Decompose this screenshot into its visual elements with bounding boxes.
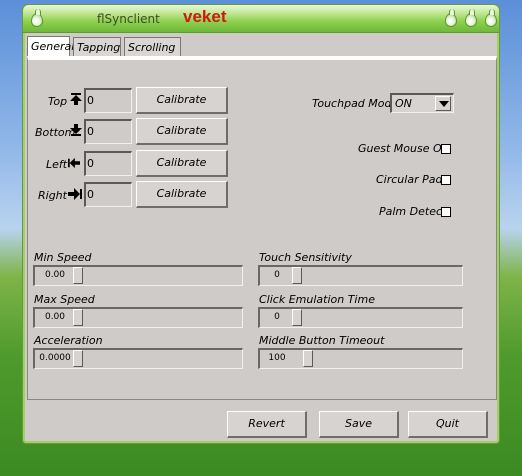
click-emulation-time-slider[interactable]: 0: [258, 307, 463, 328]
arrow-right-to-line-icon: [68, 188, 82, 200]
minimize-icon[interactable]: [445, 13, 457, 27]
touch-sensitivity-slider[interactable]: 0: [258, 265, 463, 286]
max-speed-label: Max Speed: [34, 293, 95, 306]
arrow-left-to-line-icon: [68, 157, 80, 169]
min-speed-thumb[interactable]: [73, 267, 83, 284]
touch-sensitivity-thumb[interactable]: [292, 267, 302, 284]
click-emulation-time-thumb[interactable]: [292, 309, 302, 326]
max-speed-value: 0.00: [44, 312, 66, 322]
acceleration-label: Acceleration: [34, 334, 103, 347]
calibrate-right-button[interactable]: Calibrate: [136, 181, 228, 208]
edge-input-top[interactable]: 0: [84, 88, 132, 113]
calibrate-bottom-button[interactable]: Calibrate: [136, 118, 228, 145]
middle-button-timeout-label: Middle Button Timeout: [259, 334, 385, 347]
guest-mouse-off-label: Guest Mouse Off: [358, 142, 450, 155]
acceleration-thumb[interactable]: [73, 350, 83, 367]
palm-detect-checkbox[interactable]: [441, 207, 451, 217]
touch-sensitivity-label: Touch Sensitivity: [259, 251, 352, 264]
edge-label-top: Top: [48, 95, 68, 108]
maximize-icon[interactable]: [465, 13, 477, 27]
tab-general[interactable]: General: [27, 36, 74, 57]
arrow-up-to-line-icon: [70, 93, 82, 105]
max-speed-slider[interactable]: 0.00: [33, 307, 243, 328]
calibrate-top-button[interactable]: Calibrate: [136, 87, 228, 114]
touchpad-mode-select[interactable]: ON: [390, 93, 454, 113]
calibrate-left-button[interactable]: Calibrate: [136, 150, 228, 177]
circular-pad-checkbox[interactable]: [441, 175, 451, 185]
window-menu-icon[interactable]: [31, 13, 43, 27]
middle-button-timeout-slider[interactable]: 100: [258, 348, 463, 369]
brand-title: veket: [183, 7, 227, 26]
click-emulation-time-value: 0: [274, 312, 280, 322]
quit-button[interactable]: Quit: [408, 411, 488, 438]
palm-detect-label: Palm Detect: [379, 205, 447, 218]
max-speed-thumb[interactable]: [73, 309, 83, 326]
chevron-down-icon[interactable]: [435, 96, 451, 111]
touchpad-mode-label: Touchpad Mode: [312, 97, 399, 110]
arrow-down-to-line-icon: [70, 124, 82, 136]
app-title: flSynclient: [97, 12, 160, 26]
tab-scrolling[interactable]: Scrolling: [124, 37, 181, 56]
touch-sensitivity-value: 0: [274, 270, 280, 280]
edge-label-right: Right: [38, 189, 67, 202]
guest-mouse-off-checkbox[interactable]: [441, 144, 451, 154]
synclient-window: flSynclient veket General Tapping Scroll…: [22, 4, 500, 444]
min-speed-slider[interactable]: 0.00: [33, 265, 243, 286]
circular-pad-label: Circular Pad: [376, 173, 443, 186]
min-speed-value: 0.00: [44, 270, 66, 280]
acceleration-value: 0.0000: [39, 353, 71, 363]
general-panel: Top 0 Calibrate Bottom 0 Calibrate Left …: [27, 56, 497, 400]
min-speed-label: Min Speed: [34, 251, 92, 264]
click-emulation-time-label: Click Emulation Time: [259, 293, 375, 306]
middle-button-timeout-thumb[interactable]: [303, 350, 314, 367]
tab-tapping[interactable]: Tapping: [73, 37, 121, 56]
touchpad-mode-value: ON: [395, 97, 412, 110]
title-bar[interactable]: flSynclient veket: [23, 5, 499, 33]
save-button[interactable]: Save: [319, 411, 399, 438]
middle-button-timeout-value: 100: [268, 353, 286, 363]
edge-input-bottom[interactable]: 0: [84, 119, 132, 144]
close-icon[interactable]: [485, 13, 497, 27]
button-bar: Revert Save Quit: [27, 403, 497, 441]
acceleration-slider[interactable]: 0.0000: [33, 348, 243, 369]
edge-label-left: Left: [46, 158, 68, 171]
edge-input-right[interactable]: 0: [84, 182, 132, 207]
revert-button[interactable]: Revert: [227, 411, 307, 438]
edge-input-left[interactable]: 0: [84, 151, 132, 176]
